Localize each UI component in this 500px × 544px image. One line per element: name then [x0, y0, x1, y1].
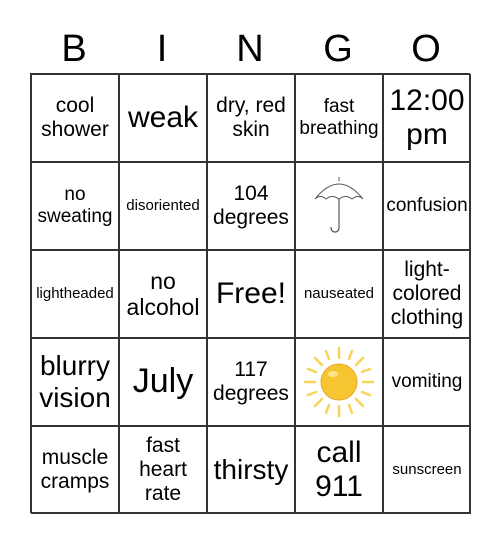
- bingo-cell[interactable]: no alcohol: [119, 250, 207, 338]
- bingo-cell[interactable]: muscle cramps: [31, 426, 119, 514]
- bingo-cell[interactable]: dry, red skin: [207, 74, 295, 162]
- bingo-cell[interactable]: nauseated: [295, 250, 383, 338]
- bingo-cell[interactable]: vomiting: [383, 338, 471, 426]
- bingo-cell[interactable]: cool shower: [31, 74, 119, 162]
- bingo-cell[interactable]: confusion: [383, 162, 471, 250]
- umbrella-icon: [314, 177, 364, 233]
- bingo-header: B I N G O: [30, 26, 470, 72]
- bingo-cell[interactable]: 12:00 pm: [383, 74, 471, 162]
- bingo-cell[interactable]: 117 degrees: [207, 338, 295, 426]
- bingo-cell[interactable]: light-colored clothing: [383, 250, 471, 338]
- bingo-cell[interactable]: no sweating: [31, 162, 119, 250]
- header-letter: O: [411, 28, 441, 70]
- bingo-cell[interactable]: fast breathing: [295, 74, 383, 162]
- bingo-cell[interactable]: thirsty: [207, 426, 295, 514]
- bingo-cell-image[interactable]: [295, 338, 383, 426]
- header-letter: G: [323, 28, 353, 70]
- bingo-cell[interactable]: disoriented: [119, 162, 207, 250]
- free-space[interactable]: Free!: [207, 250, 295, 338]
- bingo-cell[interactable]: blurry vision: [31, 338, 119, 426]
- bingo-cell[interactable]: July: [119, 338, 207, 426]
- header-letter: N: [236, 28, 264, 70]
- header-letter: B: [61, 28, 87, 70]
- bingo-cell[interactable]: lightheaded: [31, 250, 119, 338]
- bingo-cell[interactable]: 104 degrees: [207, 162, 295, 250]
- bingo-cell[interactable]: fast heart rate: [119, 426, 207, 514]
- bingo-cell-image[interactable]: [295, 162, 383, 250]
- bingo-card: cool shower weak dry, red skin fast brea…: [30, 73, 471, 514]
- sun-icon: [303, 346, 375, 418]
- bingo-cell[interactable]: call 911: [295, 426, 383, 514]
- bingo-cell[interactable]: sunscreen: [383, 426, 471, 514]
- header-letter: I: [156, 28, 168, 70]
- bingo-cell[interactable]: weak: [119, 74, 207, 162]
